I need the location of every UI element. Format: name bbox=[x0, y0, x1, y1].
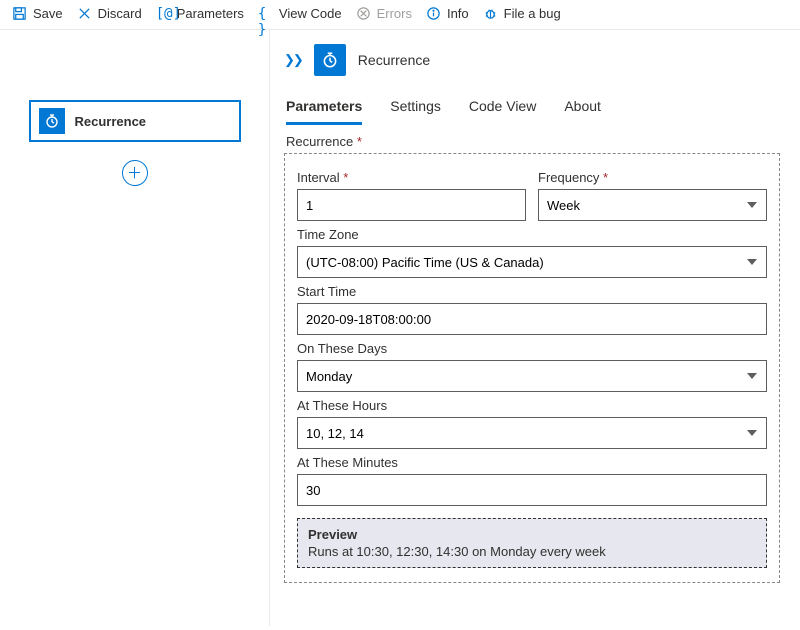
required-asterisk: * bbox=[357, 134, 362, 149]
interval-input[interactable] bbox=[297, 189, 526, 221]
clock-icon bbox=[44, 113, 60, 129]
starttime-label: Start Time bbox=[297, 284, 767, 299]
minutes-input[interactable] bbox=[297, 474, 767, 506]
errors-icon bbox=[356, 6, 371, 21]
parameters-icon: [@] bbox=[156, 6, 171, 21]
info-label: Info bbox=[447, 6, 469, 21]
canvas: Recurrence ＋ bbox=[0, 30, 270, 626]
tab-code-view[interactable]: Code View bbox=[469, 92, 536, 124]
panel-title: Recurrence bbox=[358, 52, 430, 68]
save-label: Save bbox=[33, 6, 63, 21]
tabs: Parameters Settings Code View About bbox=[284, 92, 780, 124]
view-code-button[interactable]: { } View Code bbox=[258, 6, 342, 21]
details-panel: ❯❯ Recurrence Parameters Settings Code V… bbox=[270, 30, 800, 626]
file-bug-button[interactable]: File a bug bbox=[483, 6, 561, 21]
collapse-panel-button[interactable]: ❯❯ bbox=[284, 52, 302, 68]
info-icon bbox=[426, 6, 441, 21]
discard-button[interactable]: Discard bbox=[77, 6, 142, 21]
timezone-select[interactable]: (UTC-08:00) Pacific Time (US & Canada) bbox=[297, 246, 767, 278]
recurrence-node[interactable]: Recurrence bbox=[29, 100, 241, 142]
timezone-label: Time Zone bbox=[297, 227, 767, 242]
add-step-button[interactable]: ＋ bbox=[122, 160, 148, 186]
frequency-label: Frequency * bbox=[538, 170, 767, 185]
preview-title: Preview bbox=[308, 527, 756, 542]
preview-text: Runs at 10:30, 12:30, 14:30 on Monday ev… bbox=[308, 544, 756, 559]
info-button[interactable]: Info bbox=[426, 6, 469, 21]
days-select[interactable]: Monday bbox=[297, 360, 767, 392]
save-button[interactable]: Save bbox=[12, 6, 63, 21]
clock-icon bbox=[321, 51, 339, 69]
recurrence-node-label: Recurrence bbox=[75, 114, 147, 129]
frequency-select[interactable]: Week bbox=[538, 189, 767, 221]
parameters-button[interactable]: [@] Parameters bbox=[156, 6, 244, 21]
discard-label: Discard bbox=[98, 6, 142, 21]
starttime-input[interactable] bbox=[297, 303, 767, 335]
panel-header: ❯❯ Recurrence bbox=[284, 44, 780, 76]
tab-settings[interactable]: Settings bbox=[390, 92, 441, 124]
discard-icon bbox=[77, 6, 92, 21]
file-bug-label: File a bug bbox=[504, 6, 561, 21]
parameters-label: Parameters bbox=[177, 6, 244, 21]
days-label: On These Days bbox=[297, 341, 767, 356]
bug-icon bbox=[483, 6, 498, 21]
minutes-label: At These Minutes bbox=[297, 455, 767, 470]
hours-select[interactable]: 10, 12, 14 bbox=[297, 417, 767, 449]
toolbar: Save Discard [@] Parameters { } View Cod… bbox=[0, 0, 800, 30]
interval-label: Interval * bbox=[297, 170, 526, 185]
errors-button: Errors bbox=[356, 6, 412, 21]
panel-icon-box bbox=[314, 44, 346, 76]
tab-about[interactable]: About bbox=[564, 92, 601, 124]
view-code-icon: { } bbox=[258, 6, 273, 21]
workspace: Recurrence ＋ ❯❯ Recurrence Parameters Se… bbox=[0, 30, 800, 626]
plus-icon: ＋ bbox=[127, 166, 142, 181]
save-icon bbox=[12, 6, 27, 21]
hours-label: At These Hours bbox=[297, 398, 767, 413]
recurrence-form: Interval * Frequency * Week Time Zone (U… bbox=[284, 153, 780, 583]
view-code-label: View Code bbox=[279, 6, 342, 21]
errors-label: Errors bbox=[377, 6, 412, 21]
tab-parameters[interactable]: Parameters bbox=[286, 92, 362, 125]
preview-box: Preview Runs at 10:30, 12:30, 14:30 on M… bbox=[297, 518, 767, 568]
recurrence-node-icon-box bbox=[39, 108, 65, 134]
section-label: Recurrence * bbox=[286, 134, 780, 149]
